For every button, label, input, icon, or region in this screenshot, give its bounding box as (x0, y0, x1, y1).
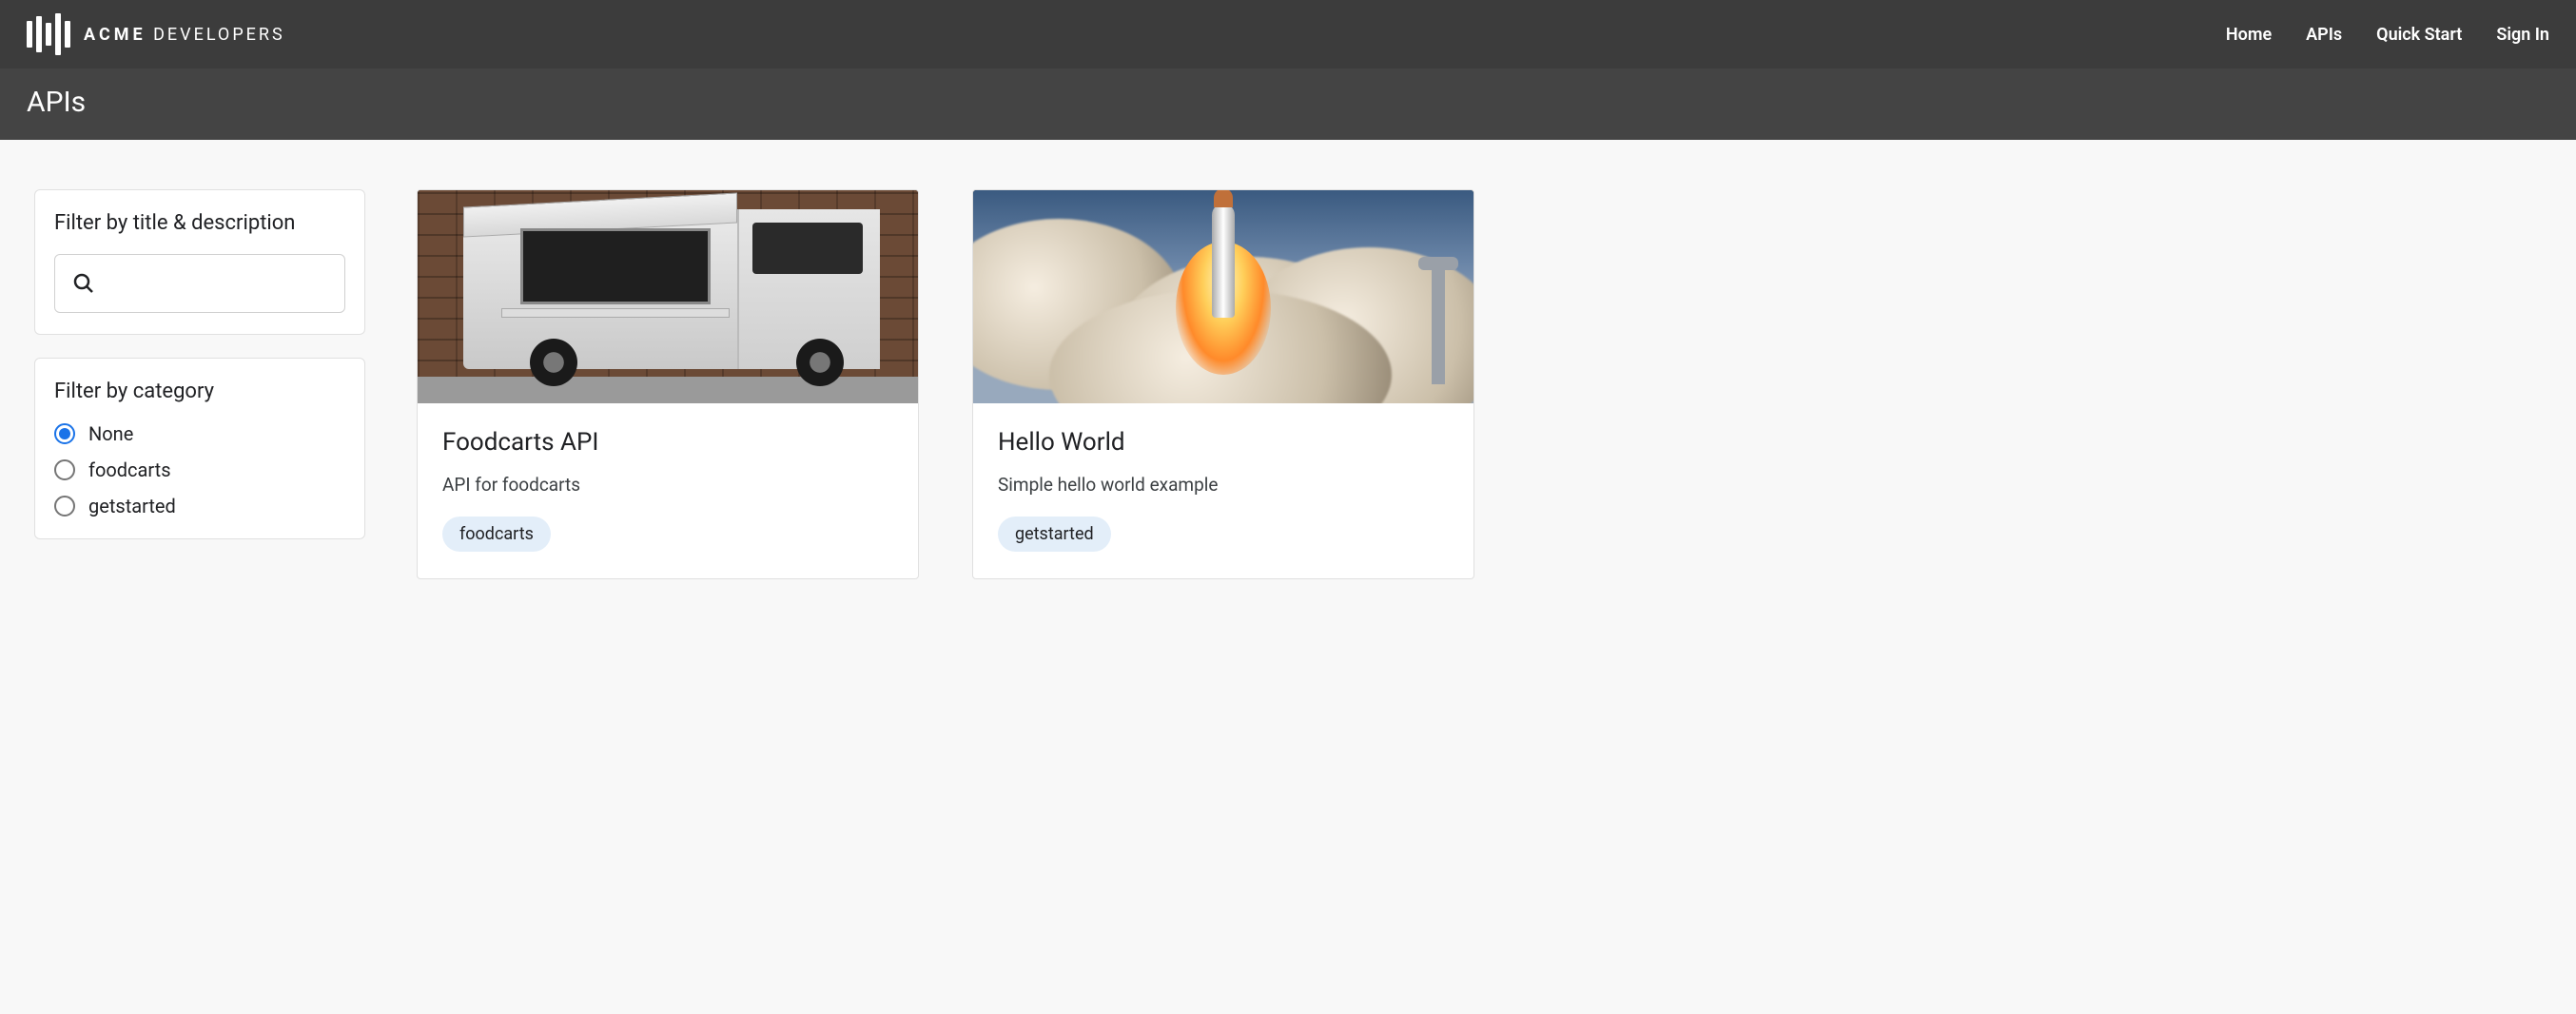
search-icon (72, 272, 95, 295)
category-radio-none[interactable]: None (54, 422, 345, 445)
search-input-wrapper[interactable] (54, 254, 345, 313)
api-card-foodcarts[interactable]: Foodcarts API API for foodcarts foodcart… (417, 189, 919, 579)
radio-icon (54, 459, 75, 480)
radio-label: None (88, 422, 133, 445)
api-card-grid: Foodcarts API API for foodcarts foodcart… (417, 189, 2542, 579)
nav-apis[interactable]: APIs (2306, 25, 2342, 45)
radio-icon (54, 423, 75, 444)
filter-text-title: Filter by title & description (54, 211, 345, 235)
radio-icon (54, 496, 75, 517)
brand-light: DEVELOPERS (153, 25, 285, 45)
filter-category-title: Filter by category (54, 380, 345, 403)
category-radio-getstarted[interactable]: getstarted (54, 495, 345, 517)
api-card-hello-world[interactable]: Hello World Simple hello world example g… (972, 189, 1474, 579)
card-description: Simple hello world example (998, 474, 1449, 496)
category-radio-foodcarts[interactable]: foodcarts (54, 458, 345, 481)
nav-home[interactable]: Home (2226, 25, 2272, 45)
card-title: Foodcarts API (442, 428, 893, 457)
card-tag-foodcarts[interactable]: foodcarts (442, 517, 551, 552)
card-image-foodtruck (418, 190, 918, 403)
main-content: Filter by title & description Filter by … (0, 140, 2576, 629)
brand-bold: ACME (84, 25, 146, 45)
top-nav-bar: ACME DEVELOPERS Home APIs Quick Start Si… (0, 0, 2576, 68)
card-description: API for foodcarts (442, 474, 893, 496)
card-body: Foodcarts API API for foodcarts foodcart… (418, 403, 918, 578)
card-body: Hello World Simple hello world example g… (973, 403, 1473, 578)
brand-text: ACME DEVELOPERS (84, 25, 285, 45)
page-header: APIs (0, 68, 2576, 140)
page-title: APIs (27, 86, 2549, 119)
primary-nav: Home APIs Quick Start Sign In (2226, 25, 2549, 45)
card-image-rocket (973, 190, 1473, 403)
search-input[interactable] (105, 274, 327, 294)
nav-quick-start[interactable]: Quick Start (2376, 25, 2462, 45)
category-radio-group: None foodcarts getstarted (54, 422, 345, 517)
filter-category-panel: Filter by category None foodcarts getsta… (34, 358, 365, 539)
sound-bars-icon (27, 15, 70, 53)
nav-sign-in[interactable]: Sign In (2496, 25, 2549, 45)
card-tag-getstarted[interactable]: getstarted (998, 517, 1111, 552)
radio-label: foodcarts (88, 458, 171, 481)
radio-label: getstarted (88, 495, 176, 517)
filter-text-panel: Filter by title & description (34, 189, 365, 335)
brand-logo[interactable]: ACME DEVELOPERS (27, 15, 285, 53)
card-title: Hello World (998, 428, 1449, 457)
filter-sidebar: Filter by title & description Filter by … (34, 189, 365, 539)
